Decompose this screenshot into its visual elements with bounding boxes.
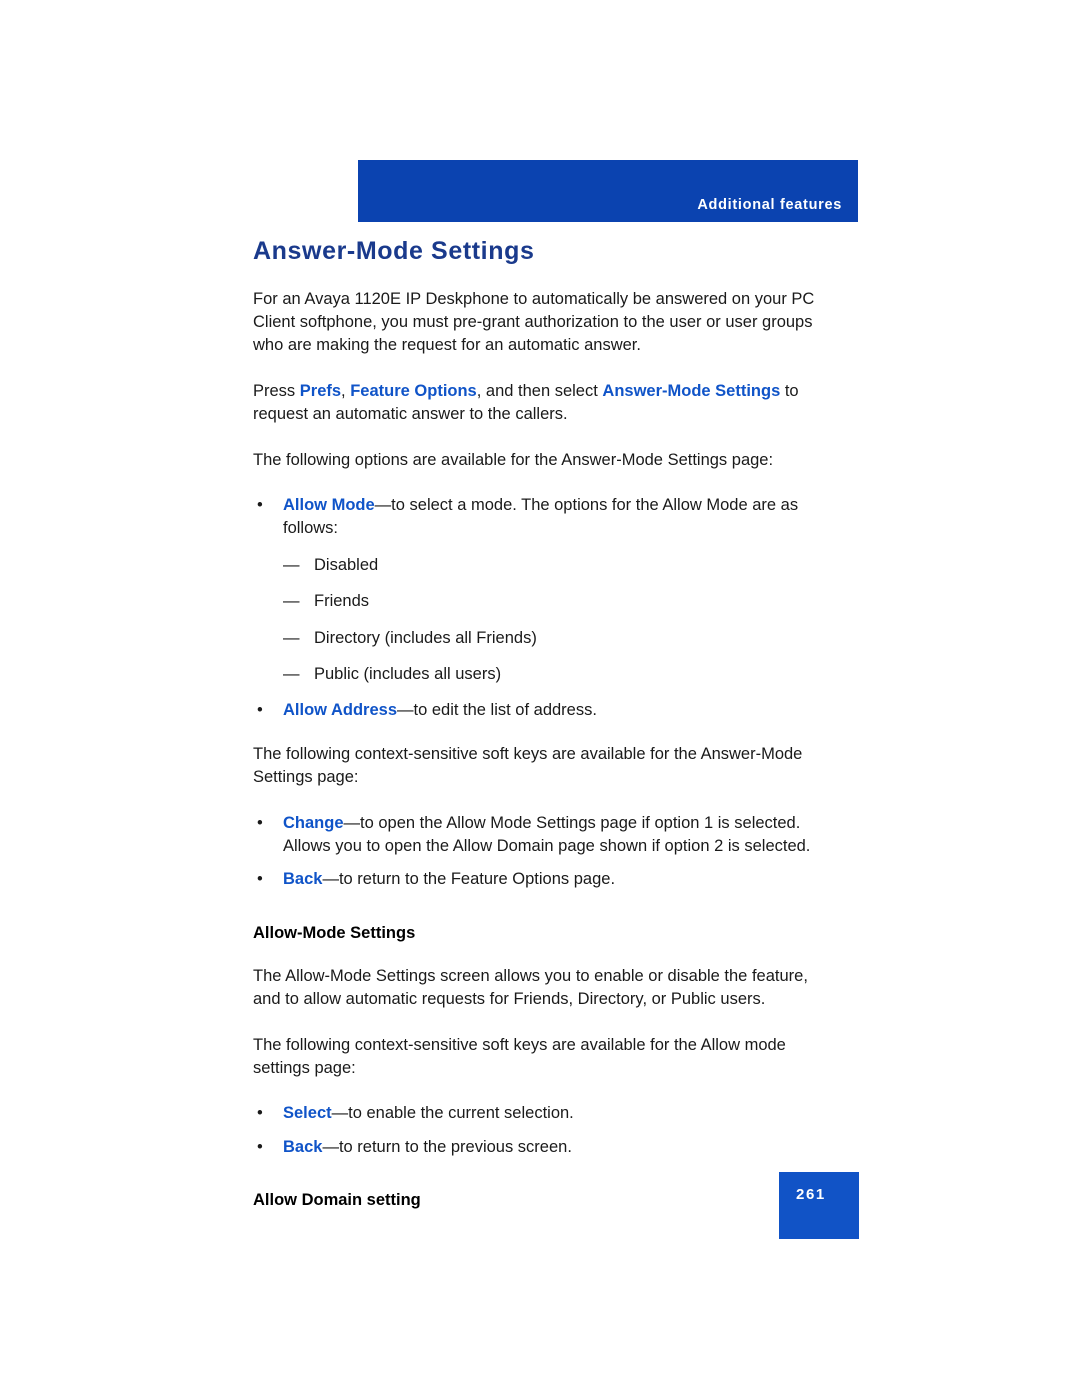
page-title: Answer-Mode Settings	[253, 237, 535, 265]
bullet-icon: •	[257, 1104, 263, 1123]
bullet-icon: •	[257, 701, 263, 720]
allow-mode-option-directory: Directory (includes all Friends)	[314, 628, 537, 647]
subheading-allow-domain-setting: Allow Domain setting	[253, 1191, 421, 1210]
ui-ref-prefs: Prefs	[299, 381, 342, 400]
option-lead-allow-mode: Allow Mode	[283, 495, 375, 514]
em-dash-icon: —	[283, 664, 300, 683]
allow-mode-sub-list: — Disabled — Friends — Directory (includes …	[283, 554, 831, 687]
list-item: • Allow Mode—to select a mode. The option…	[253, 494, 831, 686]
softkey-lead-change: Change	[283, 813, 344, 832]
em-dash-icon: —	[283, 592, 300, 611]
softkeys-list-1: • Change—to open the Allow Mode Settings …	[253, 812, 831, 892]
list-item: • Select—to enable the current selection.	[253, 1102, 831, 1125]
em-dash-icon: —	[283, 555, 300, 574]
allow-mode-description-paragraph: The Allow-Mode Settings screen allows yo…	[253, 966, 808, 1009]
intro-paragraph: For an Avaya 1120E IP Deskphone to autom…	[253, 289, 815, 355]
list-item: — Friends	[283, 590, 831, 613]
list-item: • Allow Address—to edit the list of addre…	[253, 699, 831, 722]
softkeys-intro-paragraph-2: The following context-sensitive soft key…	[253, 1035, 786, 1078]
press-text-3: , and then select	[476, 381, 603, 400]
softkeys-intro-paragraph-1: The following context-sensitive soft key…	[253, 744, 803, 787]
list-item: • Change—to open the Allow Mode Settings …	[253, 812, 831, 859]
press-instruction-paragraph: Press Prefs, Feature Options, and then s…	[253, 380, 831, 427]
bullet-icon: •	[257, 813, 263, 832]
press-text-1: Press	[253, 381, 300, 400]
options-intro-paragraph: The following options are available for …	[253, 450, 774, 469]
bullet-icon: •	[257, 870, 263, 889]
list-item: • Back—to return to the previous screen.	[253, 1136, 831, 1159]
softkey-text-change: —to open the Allow Mode Settings page if…	[283, 813, 811, 855]
allow-mode-option-disabled: Disabled	[314, 555, 379, 574]
option-text-allow-address: —to edit the list of address.	[397, 701, 597, 720]
softkey-lead-back-2: Back	[283, 1137, 323, 1156]
bullet-icon: •	[257, 495, 263, 514]
allow-mode-option-public: Public (includes all users)	[314, 664, 502, 683]
em-dash-icon: —	[283, 628, 300, 647]
subheading-allow-mode-settings: Allow-Mode Settings	[253, 923, 416, 942]
softkey-text-back-1: —to return to the Feature Options page.	[322, 870, 616, 889]
softkey-lead-select: Select	[283, 1104, 332, 1123]
page-number-box: 261	[779, 1172, 859, 1239]
page-content: Answer-Mode Settings For an Avaya 1120E …	[253, 237, 831, 1232]
option-lead-allow-address: Allow Address	[283, 701, 397, 720]
list-item: • Back—to return to the Feature Options p…	[253, 868, 831, 891]
allow-mode-option-friends: Friends	[314, 592, 370, 611]
options-list: • Allow Mode—to select a mode. The option…	[253, 494, 831, 723]
bullet-icon: •	[257, 1137, 263, 1156]
list-item: — Disabled	[283, 554, 831, 577]
list-item: — Public (includes all users)	[283, 663, 831, 686]
running-header-text: Additional features	[697, 197, 842, 213]
document-page: Additional features Answer-Mode Settings…	[0, 0, 1080, 1397]
running-header-bar: Additional features	[358, 160, 858, 222]
list-item: — Directory (includes all Friends)	[283, 627, 831, 650]
softkeys-list-2: • Select—to enable the current selection.…	[253, 1102, 831, 1159]
page-number: 261	[796, 1186, 826, 1203]
ui-ref-feature-options: Feature Options	[350, 381, 477, 400]
softkey-lead-back-1: Back	[283, 870, 323, 889]
softkey-text-back-2: —to return to the previous screen.	[322, 1137, 572, 1156]
softkey-text-select: —to enable the current selection.	[331, 1104, 574, 1123]
press-text-2: ,	[341, 381, 351, 400]
ui-ref-answer-mode-settings: Answer-Mode Settings	[602, 381, 781, 400]
